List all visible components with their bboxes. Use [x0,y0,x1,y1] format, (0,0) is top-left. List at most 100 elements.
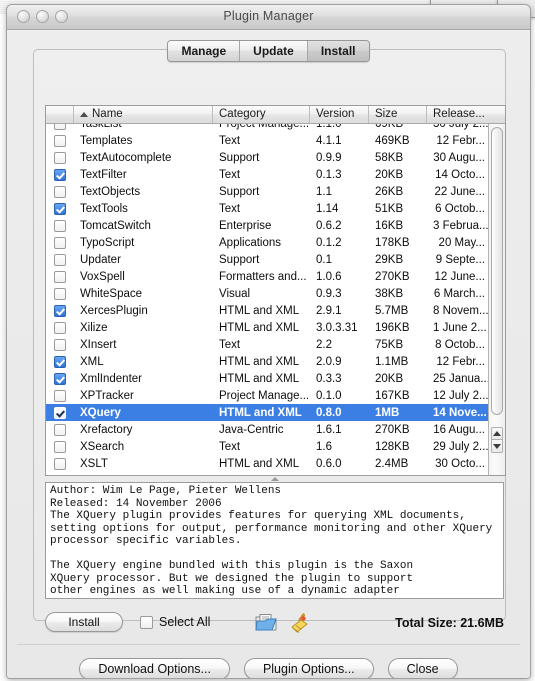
table-row[interactable]: XPTracker Project Manage... 0.1.0 167KB 12 J… [46,387,489,404]
table-row[interactable]: TextAutocomplete Support 0.9.9 58KB 30 Augu.… [46,149,489,166]
checkbox-unchecked-icon[interactable] [54,151,66,164]
cell-release: 30 Octo... [435,457,485,470]
cell-size: 58KB [375,151,404,164]
table-vertical-scrollbar[interactable] [488,123,505,475]
column-header-size[interactable]: Size [369,106,427,123]
table-row[interactable]: TaskList Project Manage... 1.1.0 69KB 30 Jul… [46,123,489,132]
checkbox-unchecked-icon[interactable] [54,423,66,436]
scrollbar-thumb[interactable] [491,127,503,415]
cell-version: 0.1 [316,253,332,266]
plugin-table: Name Category Version Size Release... Ta… [45,105,506,476]
row-checkbox-cell[interactable] [46,134,74,147]
table-row[interactable]: XML HTML and XML 2.0.9 1.1MB 12 Febr... [46,353,489,370]
install-button[interactable]: Install [45,612,123,632]
table-row[interactable]: XSearch Text 1.6 128KB 29 July 2... [46,438,489,455]
cell-category: HTML and XML [219,304,300,317]
row-checkbox-cell[interactable] [46,287,74,300]
checkbox-unchecked-icon[interactable] [54,185,66,198]
cell-category: HTML and XML [219,457,300,470]
scroll-up-button[interactable] [491,427,503,440]
checkbox-checked-icon[interactable] [54,168,66,181]
table-row[interactable]: XQuery HTML and XML 0.8.0 1MB 14 Nove... [46,404,489,421]
row-checkbox-cell[interactable] [46,304,74,317]
row-checkbox-cell[interactable] [46,321,74,334]
splitter-handle[interactable] [45,475,504,482]
row-checkbox-cell[interactable] [46,355,74,368]
checkbox-checked-icon[interactable] [54,406,66,419]
column-header-version[interactable]: Version [310,106,369,123]
table-row[interactable]: WhiteSpace Visual 0.9.3 38KB 6 March... [46,285,489,302]
tab-update[interactable]: Update [240,41,308,61]
select-all-checkbox[interactable] [140,615,153,629]
checkbox-unchecked-icon[interactable] [54,219,66,232]
table-row[interactable]: XercesPlugin HTML and XML 2.9.1 5.7MB 8 Nove… [46,302,489,319]
column-header-name[interactable]: Name [74,106,213,123]
row-checkbox-cell[interactable] [46,236,74,249]
table-row[interactable]: Xilize HTML and XML 3.0.3.31 196KB 1 June 2.… [46,319,489,336]
row-checkbox-cell[interactable] [46,151,74,164]
action-bar: Install Select All Total Size: 21.6MB [45,610,504,636]
table-row[interactable]: TextTools Text 1.14 51KB 6 Octob... [46,200,489,217]
table-row[interactable]: Xrefactory Java-Centric 1.6.1 270KB 16 Augu.… [46,421,489,438]
row-checkbox-cell[interactable] [46,253,74,266]
checkbox-unchecked-icon[interactable] [54,236,66,249]
cell-size: 1.1MB [375,355,409,368]
scroll-down-button[interactable] [491,440,503,453]
checkbox-checked-icon[interactable] [54,372,66,385]
row-checkbox-cell[interactable] [46,168,74,181]
cell-category: HTML and XML [219,406,302,419]
broom-icon[interactable] [288,612,310,633]
checkbox-unchecked-icon[interactable] [54,389,66,402]
cell-version: 2.2 [316,338,332,351]
checkbox-checked-icon[interactable] [54,304,66,317]
table-row[interactable]: TomcatSwitch Enterprise 0.6.2 16KB 3 Februa.… [46,217,489,234]
row-checkbox-cell[interactable] [46,457,74,470]
table-row[interactable]: XInsert Text 2.2 75KB 8 Octob... [46,336,489,353]
checkbox-unchecked-icon[interactable] [54,287,66,300]
row-checkbox-cell[interactable] [46,423,74,436]
cell-version: 1.14 [316,202,339,215]
row-checkbox-cell[interactable] [46,219,74,232]
table-body[interactable]: TaskList Project Manage... 1.1.0 69KB 30 Jul… [46,123,489,475]
row-checkbox-cell[interactable] [46,372,74,385]
checkbox-unchecked-icon[interactable] [54,338,66,351]
cell-category: Text [219,134,241,147]
table-row[interactable]: Updater Support 0.1 29KB 9 Septe... [46,251,489,268]
checkbox-unchecked-icon[interactable] [54,457,66,470]
tab-install[interactable]: Install [307,41,369,61]
table-row[interactable]: XSLT HTML and XML 0.6.0 2.4MB 30 Octo... [46,455,489,472]
table-row[interactable]: TextObjects Support 1.1 26KB 22 June... [46,183,489,200]
download-options-button[interactable]: Download Options... [79,658,230,678]
column-header-category[interactable]: Category [213,106,310,123]
table-row[interactable]: TypoScript Applications 0.1.2 178KB 20 May..… [46,234,489,251]
checkbox-unchecked-icon[interactable] [54,253,66,266]
checkbox-unchecked-icon[interactable] [54,440,66,453]
row-checkbox-cell[interactable] [46,389,74,402]
select-all-control[interactable]: Select All [140,615,210,629]
cell-name: XQuery [80,406,121,419]
table-row[interactable]: Templates Text 4.1.1 469KB 12 Febr... [46,132,489,149]
tab-manage[interactable]: Manage [168,41,241,61]
close-dialog-button[interactable]: Close [387,658,458,678]
folder-icon[interactable] [255,613,277,632]
plugin-options-button[interactable]: Plugin Options... [243,658,374,678]
checkbox-unchecked-icon[interactable] [54,321,66,334]
row-checkbox-cell[interactable] [46,202,74,215]
checkbox-checked-icon[interactable] [54,202,66,215]
column-header-checkbox[interactable] [46,106,74,123]
row-checkbox-cell[interactable] [46,338,74,351]
checkbox-unchecked-icon[interactable] [54,270,66,283]
checkbox-checked-icon[interactable] [54,355,66,368]
cell-version: 0.6.0 [316,457,342,470]
row-checkbox-cell[interactable] [46,270,74,283]
table-row[interactable]: XmlIndenter HTML and XML 0.3.3 20KB 25 Janua… [46,370,489,387]
row-checkbox-cell[interactable] [46,406,74,419]
row-checkbox-cell[interactable] [46,185,74,198]
column-header-release[interactable]: Release... [427,106,489,123]
cell-size: 167KB [375,389,410,402]
table-row[interactable]: VoxSpell Formatters and... 1.0.6 270KB 12 Ju… [46,268,489,285]
cell-release: 20 May... [438,236,485,249]
checkbox-unchecked-icon[interactable] [54,134,66,147]
row-checkbox-cell[interactable] [46,440,74,453]
table-row[interactable]: TextFilter Text 0.1.3 20KB 14 Octo... [46,166,489,183]
